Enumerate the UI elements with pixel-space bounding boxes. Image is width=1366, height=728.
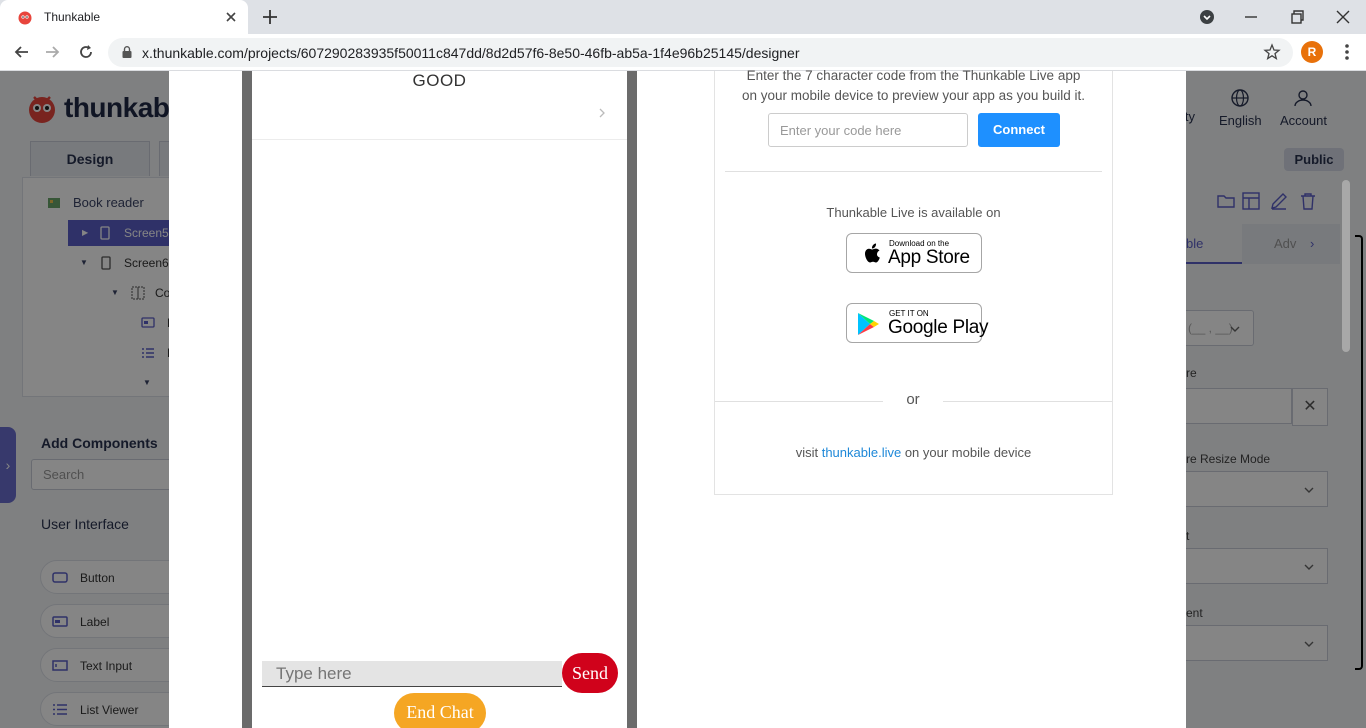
thunkable-live-panel: Enter the 7 character code from the Thun… [714,68,1113,495]
close-tab-icon[interactable] [222,8,240,26]
end-chat-button[interactable]: End Chat [394,693,486,728]
forward-icon[interactable] [42,42,62,62]
scrollbar-thumb[interactable] [1342,180,1350,352]
minimize-icon[interactable] [1240,6,1262,28]
phone-preview: GOOD Send End Chat [242,71,637,728]
tab-search-icon[interactable] [1196,6,1218,28]
lock-icon [122,46,132,58]
browser-tabstrip: Thunkable [0,0,1366,34]
scroll-focus-outline [1355,235,1363,670]
instruction-line-1: Enter the 7 character code from the Thun… [746,68,1081,83]
thunkable-live-link[interactable]: thunkable.live [822,445,902,460]
page-scrollbar[interactable] [1339,177,1353,728]
bookmark-star-icon[interactable] [1263,43,1281,61]
url-text: x.thunkable.com/projects/607290283935f50… [142,45,800,61]
list-divider [252,139,627,140]
browser-tab[interactable]: Thunkable [0,0,248,34]
browser-menu-icon[interactable] [1339,42,1355,62]
thunkable-favicon-icon [18,11,32,25]
restore-icon[interactable] [1286,6,1308,28]
send-button[interactable]: Send [562,653,618,693]
new-tab-icon[interactable] [260,7,280,27]
google-play-icon [858,313,879,335]
profile-avatar[interactable]: R [1301,41,1323,63]
live-code-input[interactable]: Enter your code here [768,113,968,147]
address-bar[interactable]: x.thunkable.com/projects/607290283935f50… [108,38,1293,67]
browser-toolbar: x.thunkable.com/projects/607290283935f50… [0,34,1366,71]
google-play-badge[interactable]: GET IT ON Google Play [846,303,989,343]
chevron-right-icon[interactable] [597,107,607,119]
connect-button[interactable]: Connect [978,113,1060,147]
divider [725,171,1102,172]
visit-suffix: on your mobile device [901,445,1032,460]
tab-title: Thunkable [44,10,101,24]
app-store-badge[interactable]: Download on the App Store [846,233,982,273]
visit-text: visit thunkable.live on your mobile devi… [715,445,1112,460]
message-text: GOOD [412,71,467,90]
google-play-big-text: Google Play [888,317,989,338]
phone-screen: GOOD Send End Chat [252,71,627,728]
back-icon[interactable] [12,42,32,62]
visit-prefix: visit [795,445,822,460]
availability-text: Thunkable Live is available on [826,205,1001,220]
chat-text-input[interactable] [262,661,562,687]
close-window-icon[interactable] [1332,6,1354,28]
instruction-line-2: on your mobile device to preview your ap… [742,88,1085,103]
app-store-big-text: App Store [888,247,970,268]
live-instructions: Enter the 7 character code from the Thun… [715,66,1112,106]
preview-modal: GOOD Send End Chat Enter the 7 character… [169,68,1186,728]
reload-icon[interactable] [76,42,96,62]
apple-icon [865,243,880,263]
or-text: or [883,391,943,408]
